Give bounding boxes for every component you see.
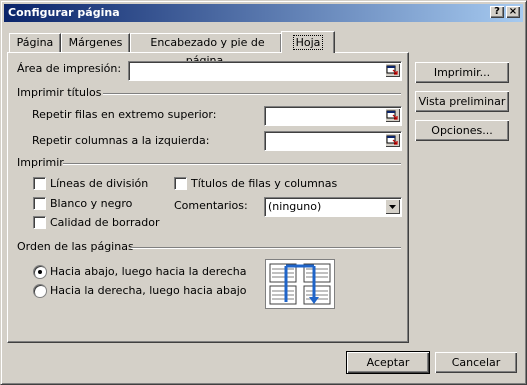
tab-hoja[interactable]: Hoja xyxy=(281,31,335,53)
print-preview-button[interactable]: Vista preliminar xyxy=(415,91,509,112)
down-then-over-radio[interactable] xyxy=(33,265,47,279)
comments-select[interactable]: (ninguno) xyxy=(264,197,402,217)
window-title: Configurar página xyxy=(8,6,120,19)
collapse-dialog-icon[interactable] xyxy=(385,133,400,147)
comments-value: (ninguno) xyxy=(268,200,322,213)
print-titles-group-label: Imprimir títulos xyxy=(17,86,102,99)
over-then-down-radio[interactable] xyxy=(33,284,47,298)
tab-pagina[interactable]: Página xyxy=(9,33,61,52)
ok-button[interactable]: Aceptar xyxy=(346,351,430,374)
title-bar: Configurar página ? × xyxy=(4,4,523,22)
draft-quality-label: Calidad de borrador xyxy=(50,216,160,229)
tab-margenes[interactable]: Márgenes xyxy=(61,33,130,52)
row-col-headings-checkbox[interactable] xyxy=(174,177,187,190)
tab-label: Página xyxy=(16,36,54,49)
group-divider xyxy=(103,93,401,95)
repeat-rows-field[interactable] xyxy=(264,106,402,126)
print-area-label: Área de impresión: xyxy=(17,62,122,75)
sheet-panel: Área de impresión: Imprimir títulos Repe… xyxy=(7,52,409,343)
collapse-dialog-icon[interactable] xyxy=(385,108,400,122)
black-white-checkbox[interactable] xyxy=(33,197,46,210)
options-button[interactable]: Opciones... xyxy=(415,120,509,141)
down-then-over-label: Hacia abajo, luego hacia la derecha xyxy=(50,265,247,278)
collapse-dialog-icon[interactable] xyxy=(385,63,400,77)
gridlines-label: Líneas de división xyxy=(50,177,149,190)
page-order-preview-icon xyxy=(269,263,331,305)
group-divider xyxy=(63,163,401,165)
repeat-rows-label: Repetir filas en extremo superior: xyxy=(32,108,217,121)
over-then-down-label: Hacia la derecha, luego hacia abajo xyxy=(50,284,247,297)
tab-label: Hoja xyxy=(292,35,324,50)
page-order-preview xyxy=(265,259,335,309)
gridlines-checkbox[interactable] xyxy=(33,177,46,190)
repeat-cols-field[interactable] xyxy=(264,131,402,151)
print-group-label: Imprimir xyxy=(17,156,64,169)
page-order-group-label: Orden de las páginas xyxy=(17,240,134,253)
row-col-headings-label: Títulos de filas y columnas xyxy=(191,177,338,190)
black-white-label: Blanco y negro xyxy=(50,197,133,210)
repeat-cols-label: Repetir columnas a la izquierda: xyxy=(32,134,210,147)
close-button[interactable]: × xyxy=(506,6,520,18)
chevron-down-icon[interactable] xyxy=(385,199,400,214)
draft-quality-checkbox[interactable] xyxy=(33,216,46,229)
comments-label: Comentarios: xyxy=(174,199,248,212)
print-area-field[interactable] xyxy=(128,61,402,81)
page-setup-dialog: Configurar página ? × Página Márgenes En… xyxy=(0,0,527,385)
help-button[interactable]: ? xyxy=(490,6,504,18)
print-button[interactable]: Imprimir... xyxy=(415,62,509,83)
tab-label: Márgenes xyxy=(68,36,123,49)
group-divider xyxy=(131,247,401,249)
cancel-button[interactable]: Cancelar xyxy=(435,352,517,373)
tab-encabezado[interactable]: Encabezado y pie de página xyxy=(130,33,282,67)
